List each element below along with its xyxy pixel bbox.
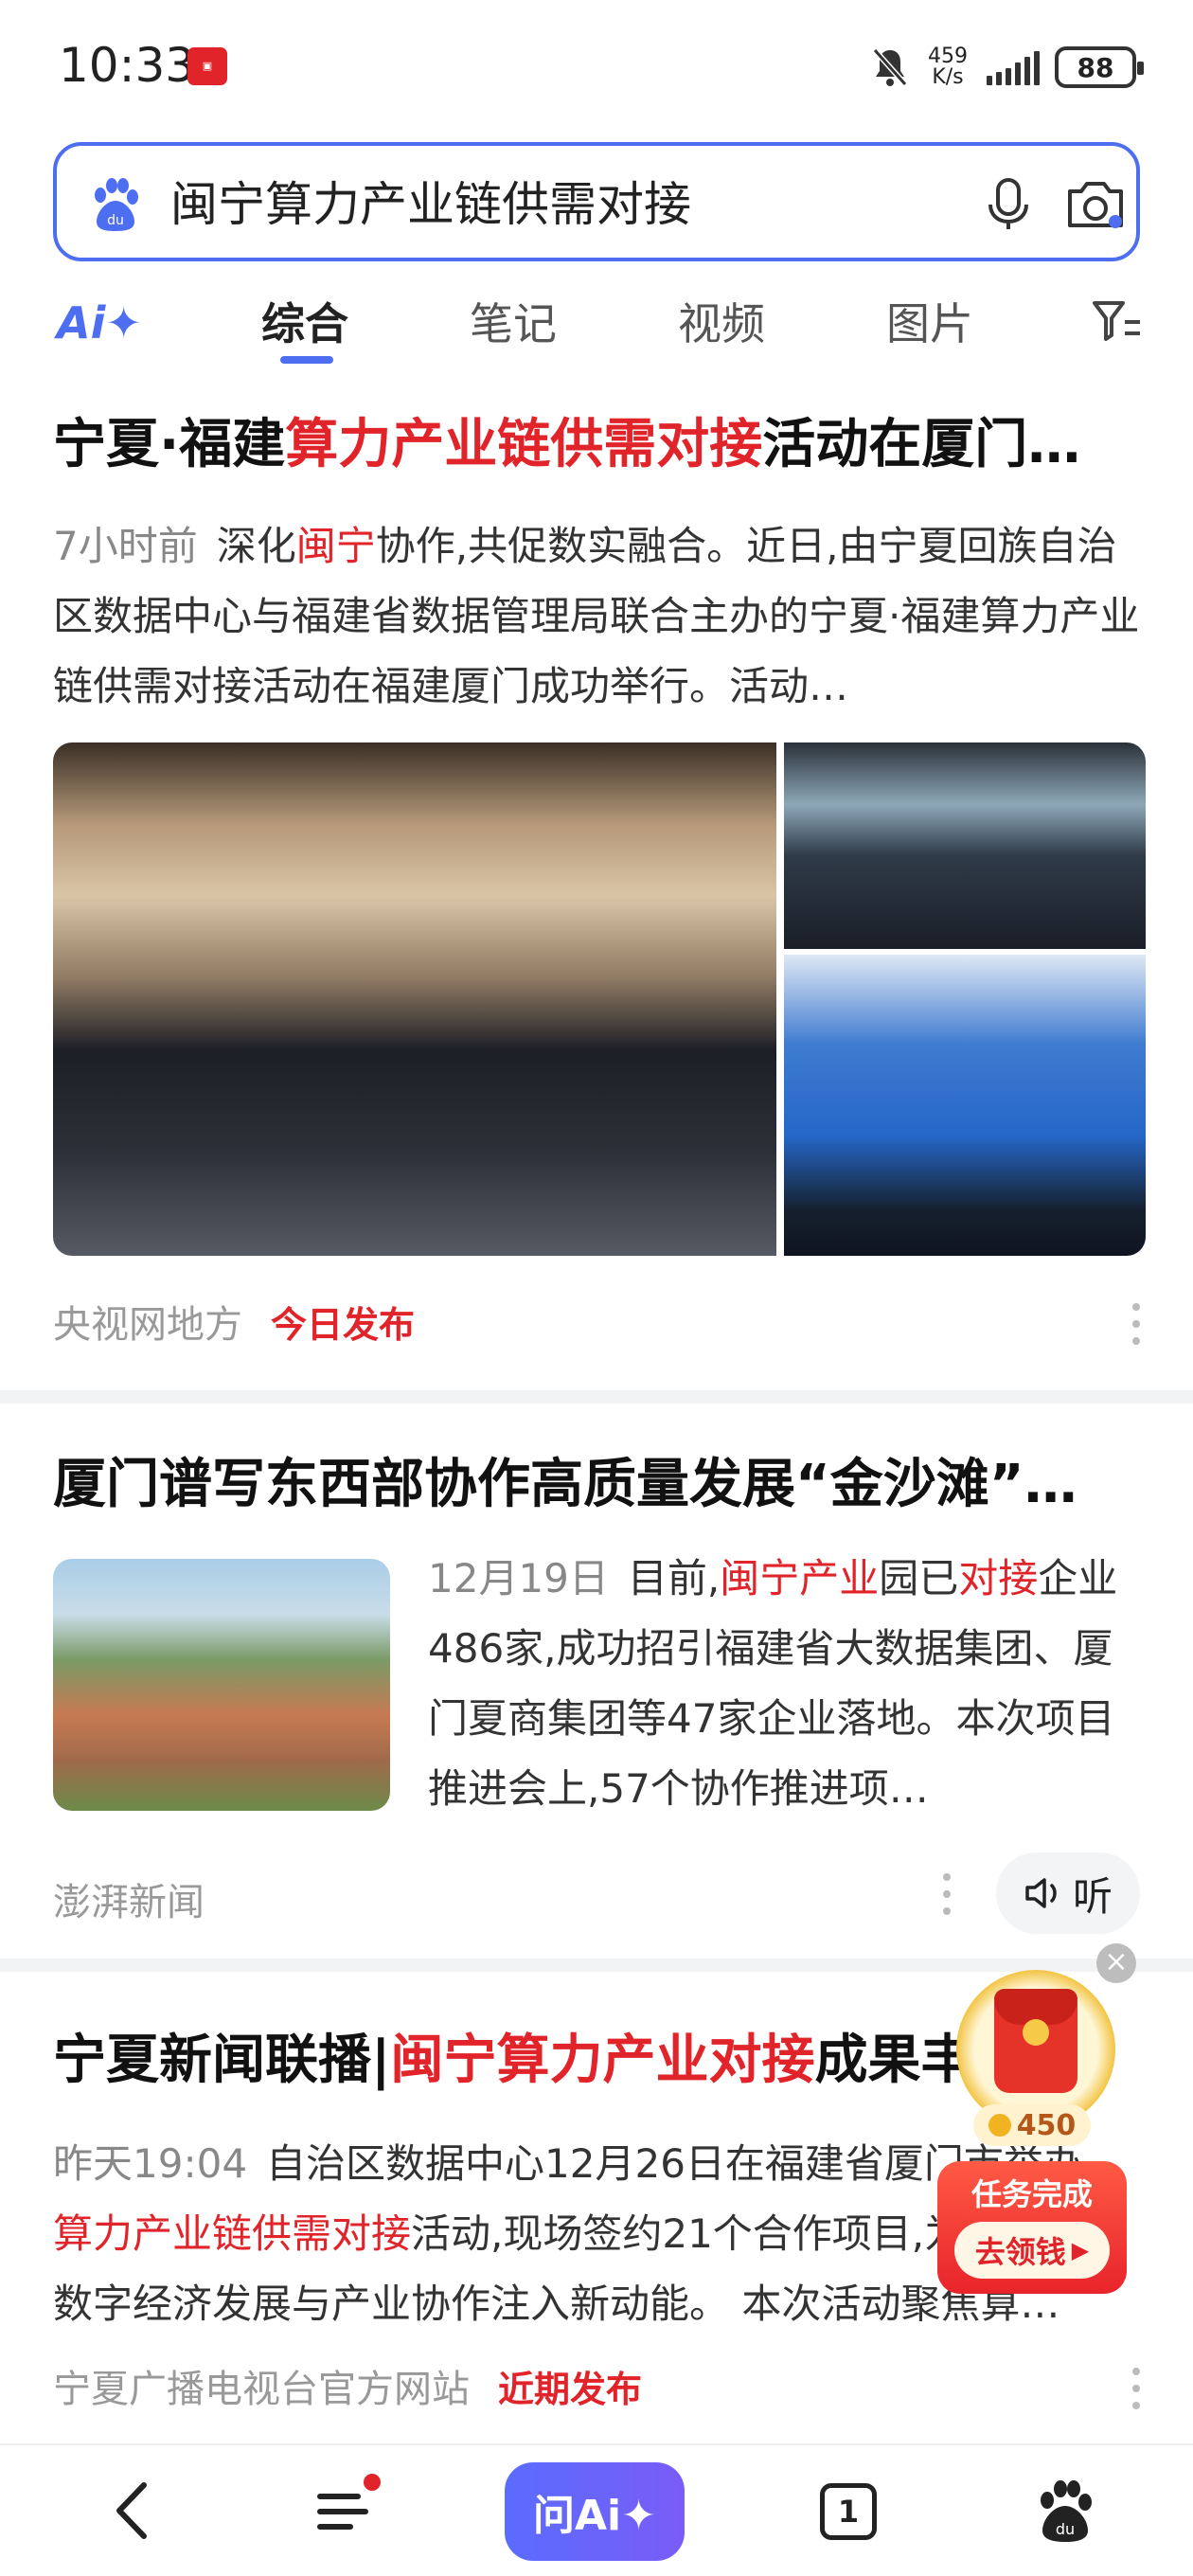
snippet-part: 深化	[216, 523, 296, 569]
svg-text:du: du	[1056, 2520, 1075, 2538]
result-source: 央视网地方 今日发布	[53, 1294, 415, 1349]
more-options-icon[interactable]	[1130, 2368, 1143, 2409]
baidu-paw-icon: du	[95, 178, 138, 231]
tab-notes[interactable]: 笔记	[470, 290, 557, 352]
search-tabs: Ai✦ 综合 笔记 视频 图片	[0, 280, 1193, 375]
claim-money-button[interactable]: 去领钱 ▶	[954, 2222, 1110, 2279]
divider	[0, 1959, 1193, 1972]
network-speed-unit: K/s	[932, 65, 964, 89]
snippet-highlight: 闽宁产业	[720, 1555, 880, 1601]
baidu-paw-icon[interactable]: du	[1032, 2478, 1098, 2544]
snippet-part: 目前,	[627, 1555, 721, 1601]
snippet-highlight: 闽宁	[295, 523, 376, 569]
play-arrow-icon: ▶	[1071, 2237, 1090, 2263]
source-name: 央视网地方	[53, 1303, 242, 1347]
tab-images[interactable]: 图片	[886, 290, 973, 352]
snippet-part: 活动,现场签约21个合作项目,为	[411, 2210, 965, 2257]
signal-icon	[987, 49, 1040, 85]
bottom-navigation: 问Ai✦ 1 du	[0, 2443, 1193, 2576]
result-image-aerial-park[interactable]	[53, 1559, 390, 1811]
claim-money-label: 去领钱	[974, 2234, 1066, 2270]
result-source: 澎湃新闻	[53, 1881, 205, 1924]
svg-text:du: du	[107, 213, 124, 228]
result-image-meeting[interactable]	[784, 742, 1146, 949]
snippet-part: 园已	[879, 1555, 959, 1601]
coin-count-badge: 450	[973, 2104, 1091, 2146]
coin-mark-icon	[1023, 2019, 1049, 2046]
more-options-icon[interactable]	[940, 1873, 953, 1915]
result-card[interactable]: 宁夏·福建算力产业链供需对接活动在厦门… 7小时前 深化闽宁协作,共促数实融合。近…	[0, 398, 1193, 1392]
status-icons: 459 K/s 88	[871, 42, 1144, 93]
result-time: 7小时前	[53, 523, 198, 569]
result-title[interactable]: 厦门谱写东西部协作高质量发展“金沙滩”…	[53, 1447, 1142, 1523]
title-part: 活动在厦门…	[762, 414, 1081, 475]
result-title[interactable]: 宁夏·福建算力产业链供需对接活动在厦门…	[53, 407, 1142, 483]
result-time: 昨天19:04	[53, 2140, 248, 2187]
network-speed-value: 459	[928, 45, 968, 68]
mute-bell-icon	[872, 48, 908, 86]
menu-icon[interactable]	[312, 2481, 373, 2542]
snippet-highlight: 对接	[958, 1555, 1039, 1601]
snippet-highlight: 算力产业链供需对接	[53, 2210, 412, 2257]
title-highlight: 算力产业链供需对接	[285, 414, 763, 475]
active-tab-indicator	[280, 356, 333, 364]
result-time: 12月19日	[428, 1555, 609, 1601]
search-box[interactable]: du 闽宁算力产业链供需对接	[53, 142, 1140, 261]
listen-button[interactable]: 听	[996, 1852, 1140, 1934]
result-source: 宁夏广播电视台官方网站 近期发布	[53, 2358, 642, 2413]
network-speed: 459 K/s	[924, 46, 971, 88]
app-notification-icon: ▣	[187, 47, 227, 85]
publish-tag: 近期发布	[498, 2369, 643, 2410]
result-snippet: 12月19日 目前,闽宁产业园已对接企业486家,成功招引福建省大数据集团、厦门夏…	[428, 1544, 1146, 1824]
camera-search-icon[interactable]	[1060, 170, 1131, 237]
speaker-icon	[1025, 1878, 1057, 1908]
more-options-icon[interactable]	[1130, 1303, 1143, 1345]
tab-comprehensive[interactable]: 综合	[261, 290, 348, 352]
battery-indicator: 88	[1055, 46, 1144, 88]
result-snippet: 7小时前 深化闽宁协作,共促数实融合。近日,由宁夏回族自治区数据中心与福建省数据管…	[53, 511, 1142, 722]
filter-icon[interactable]	[1091, 297, 1142, 345]
tab-videos[interactable]: 视频	[678, 290, 765, 352]
task-complete-label: 任务完成	[970, 2176, 1093, 2212]
result-image-conference-hall[interactable]	[53, 742, 776, 1256]
ai-tab[interactable]: Ai✦	[57, 297, 142, 349]
snippet-part: 数字经济发展与产业协作注入新动能。 本次活动聚焦算…	[53, 2281, 1060, 2327]
coin-icon	[988, 2114, 1011, 2137]
close-icon[interactable]: ×	[1096, 1943, 1136, 1983]
publish-tag: 今日发布	[271, 1304, 416, 1346]
listen-label: 听	[1072, 1872, 1113, 1920]
title-part: 宁夏新闻联播|	[53, 2030, 391, 2091]
microphone-icon[interactable]	[975, 170, 1042, 237]
ask-ai-button[interactable]: 问Ai✦	[505, 2462, 685, 2561]
coin-count: 450	[1016, 2108, 1077, 2142]
task-complete-card[interactable]: 任务完成 去领钱 ▶	[937, 2161, 1127, 2294]
result-image-signing[interactable]	[784, 955, 1146, 1256]
title-part: 宁夏·福建	[53, 414, 286, 475]
divider	[0, 1390, 1193, 1404]
clock: 10:33	[59, 38, 196, 93]
back-arrow-icon[interactable]	[104, 2478, 161, 2544]
notification-dot	[364, 2474, 381, 2491]
title-highlight: 闽宁算力产业对接	[390, 2030, 815, 2091]
tab-switcher-button[interactable]: 1	[820, 2483, 877, 2540]
status-bar: 10:33 ▣ 459 K/s 88	[0, 0, 1193, 133]
source-name: 宁夏广播电视台官方网站	[53, 2368, 470, 2411]
search-input[interactable]: 闽宁算力产业链供需对接	[170, 176, 691, 233]
